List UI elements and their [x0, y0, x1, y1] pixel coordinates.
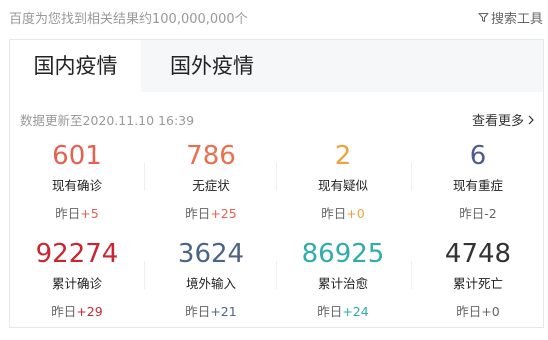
stat-value: 3624 — [177, 239, 245, 269]
stat-total-confirmed: 92274 累计确诊 昨日+29 — [10, 238, 144, 320]
column-divider — [144, 163, 145, 191]
search-tools-label: 搜索工具 — [490, 12, 543, 27]
stat-label: 无症状 — [192, 178, 230, 193]
stat-change: 昨日+5 — [10, 203, 144, 222]
stat-label: 累计确诊 — [51, 276, 102, 291]
stat-value: 86925 — [301, 239, 385, 269]
stat-change-value: +29 — [76, 304, 103, 319]
stat-change-value: +0 — [481, 304, 500, 319]
stat-change-prefix: 昨日 — [456, 304, 482, 319]
update-time: 数据更新至2020.11.10 16:39 — [20, 113, 195, 128]
column-divider — [144, 261, 145, 289]
stat-total-deaths: 4748 累计死亡 昨日+0 — [411, 238, 545, 320]
stat-severe: 6 现有重症 昨日-2 — [411, 140, 545, 222]
stat-change-value: +0 — [346, 206, 365, 221]
column-divider — [411, 163, 412, 191]
stat-label: 境外输入 — [185, 276, 236, 291]
stat-value: 6 — [469, 141, 487, 171]
stat-value: 2 — [334, 141, 352, 171]
stat-asymptomatic: 786 无症状 昨日+25 — [144, 140, 278, 222]
tab-overseas[interactable]: 国外疫情 — [142, 40, 282, 92]
stat-label: 现有确诊 — [51, 178, 102, 193]
stat-value: 786 — [186, 141, 236, 171]
stat-total-recovered: 86925 累计治愈 昨日+24 — [276, 238, 410, 320]
stat-change-prefix: 昨日 — [51, 304, 77, 319]
search-tools-button[interactable]: 搜索工具 — [478, 8, 543, 27]
column-divider — [276, 163, 277, 191]
stat-change-prefix: 昨日 — [459, 206, 485, 221]
stat-change-prefix: 昨日 — [317, 304, 343, 319]
column-divider — [276, 261, 277, 289]
stat-change-prefix: 昨日 — [321, 206, 347, 221]
stat-change-value: +5 — [80, 206, 99, 221]
stat-suspected: 2 现有疑似 昨日+0 — [276, 140, 410, 222]
tab-domestic[interactable]: 国内疫情 — [10, 40, 141, 92]
stat-change: 昨日+29 — [10, 301, 144, 320]
stat-label: 现有疑似 — [317, 178, 368, 193]
stat-change: 昨日+24 — [276, 301, 410, 320]
stat-value: 601 — [52, 141, 102, 171]
stat-value: 92274 — [35, 239, 119, 269]
stat-change: 昨日+0 — [411, 301, 545, 320]
stat-change-value: +24 — [342, 304, 369, 319]
view-more-link[interactable]: 查看更多 — [472, 110, 534, 129]
view-more-label: 查看更多 — [471, 114, 524, 129]
stat-change: 昨日+25 — [144, 203, 278, 222]
stat-change-prefix: 昨日 — [55, 206, 81, 221]
stat-imported: 3624 境外输入 昨日+21 — [144, 238, 278, 320]
epidemic-card: 国内疫情 国外疫情 数据更新至2020.11.10 16:39 查看更多 601… — [9, 39, 544, 328]
stat-change-value: -2 — [484, 206, 497, 221]
stat-current-confirmed: 601 现有确诊 昨日+5 — [10, 140, 144, 222]
stat-value: 4748 — [444, 239, 512, 269]
column-divider — [411, 261, 412, 289]
stat-change: 昨日+21 — [144, 301, 278, 320]
stat-label: 累计死亡 — [452, 276, 503, 291]
stat-label: 现有重症 — [452, 178, 503, 193]
results-header: 百度为您找到相关结果约100,000,000个 搜索工具 — [0, 0, 548, 34]
result-count: 百度为您找到相关结果约100,000,000个 — [9, 12, 248, 27]
stat-change-prefix: 昨日 — [185, 206, 211, 221]
chevron-right-icon — [528, 115, 534, 124]
stat-label: 累计治愈 — [317, 276, 368, 291]
tab-bar: 国内疫情 国外疫情 — [10, 40, 543, 92]
stat-change: 昨日+0 — [276, 203, 410, 222]
stat-change-value: +21 — [210, 304, 237, 319]
stat-change: 昨日-2 — [411, 203, 545, 222]
stat-change-value: +25 — [210, 206, 237, 221]
stat-change-prefix: 昨日 — [185, 304, 211, 319]
filter-icon — [478, 12, 489, 23]
